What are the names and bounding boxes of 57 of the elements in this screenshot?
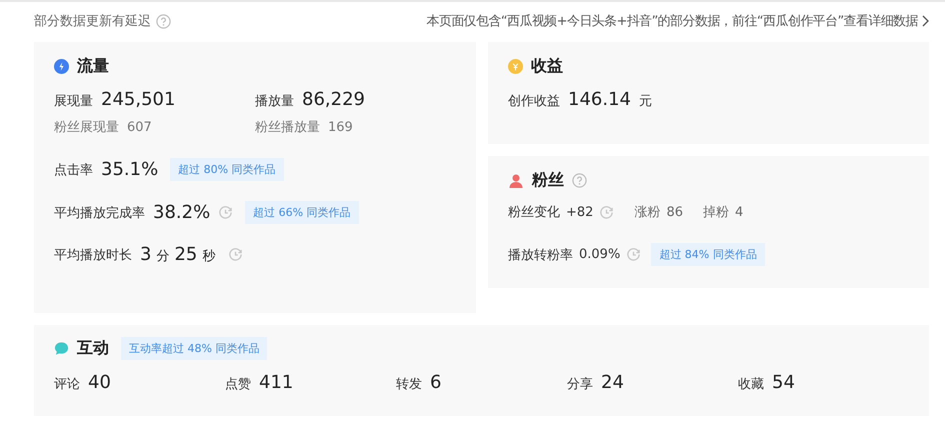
percentile-badge: 互动率超过 48% 同类作品 <box>121 337 268 360</box>
metric-label: 涨粉 <box>634 204 660 221</box>
metric-value: 245,501 <box>101 89 176 110</box>
metric-value: 35.1% <box>101 159 158 180</box>
chat-bubble-icon <box>54 341 69 356</box>
section-title: 互动 <box>77 338 109 359</box>
metric-value: 0.09% <box>579 247 620 262</box>
metric-value: 40 <box>88 372 111 393</box>
metric-label: 分享 <box>567 376 593 393</box>
notice-text: 部分数据更新有延迟 <box>34 13 151 30</box>
metric-value: 169 <box>328 120 353 135</box>
metric-value: 4 <box>734 204 744 220</box>
chevron-right-icon <box>921 15 929 27</box>
metric-label: 点赞 <box>225 376 251 393</box>
metric-value: 607 <box>127 120 152 135</box>
metric-label: 收藏 <box>738 376 764 393</box>
unit-label: 秒 <box>202 249 216 264</box>
metric-value: 54 <box>772 372 795 393</box>
metric-value: 24 <box>601 372 624 393</box>
metric-label: 转发 <box>396 376 422 393</box>
metric-value: 6 <box>430 372 442 393</box>
percentile-badge: 超过 66% 同类作品 <box>245 201 359 224</box>
metric-value: 411 <box>259 372 294 393</box>
metric-value: 3 <box>140 244 152 265</box>
clock-icon <box>599 204 614 220</box>
metric-label: 展现量 <box>54 93 93 110</box>
metric-value: 86,229 <box>302 89 365 110</box>
unit-label: 元 <box>638 93 652 110</box>
metric-label: 点击率 <box>54 162 93 178</box>
person-icon <box>508 172 524 188</box>
metric-label: 评论 <box>54 376 80 393</box>
metric-value: 25 <box>174 244 198 265</box>
metric-label: 粉丝播放量 <box>255 119 320 136</box>
help-icon <box>156 14 171 28</box>
metric-label: 创作收益 <box>508 93 560 110</box>
metric-value: +82 <box>566 204 594 220</box>
metric-value: 86 <box>666 204 683 220</box>
section-title: 流量 <box>77 56 109 77</box>
help-icon <box>572 173 587 188</box>
metric-label: 粉丝展现量 <box>54 119 119 136</box>
detail-link[interactable]: 本页面仅包含“西瓜视频+今日头条+抖音”的部分数据，前往“西瓜创作平台”查看详细数据 <box>426 12 929 30</box>
metric-value: 146.14 <box>568 89 631 110</box>
unit-label: 分 <box>156 249 170 264</box>
section-title: 粉丝 <box>532 170 564 191</box>
metric-label: 播放量 <box>255 93 294 110</box>
metric-label: 粉丝变化 <box>508 204 560 221</box>
metric-value: 38.2% <box>153 202 210 223</box>
percentile-badge: 超过 80% 同类作品 <box>170 158 284 181</box>
metric-label: 平均播放完成率 <box>54 204 145 222</box>
metric-label: 平均播放时长 <box>54 246 132 264</box>
metric-label: 掉粉 <box>702 204 729 221</box>
clock-icon <box>626 247 642 262</box>
section-title: 收益 <box>531 56 563 77</box>
lightning-icon <box>54 59 69 74</box>
percentile-badge: 超过 84% 同类作品 <box>651 243 765 266</box>
metric-label: 播放转粉率 <box>508 246 573 264</box>
coin-icon <box>508 59 523 74</box>
